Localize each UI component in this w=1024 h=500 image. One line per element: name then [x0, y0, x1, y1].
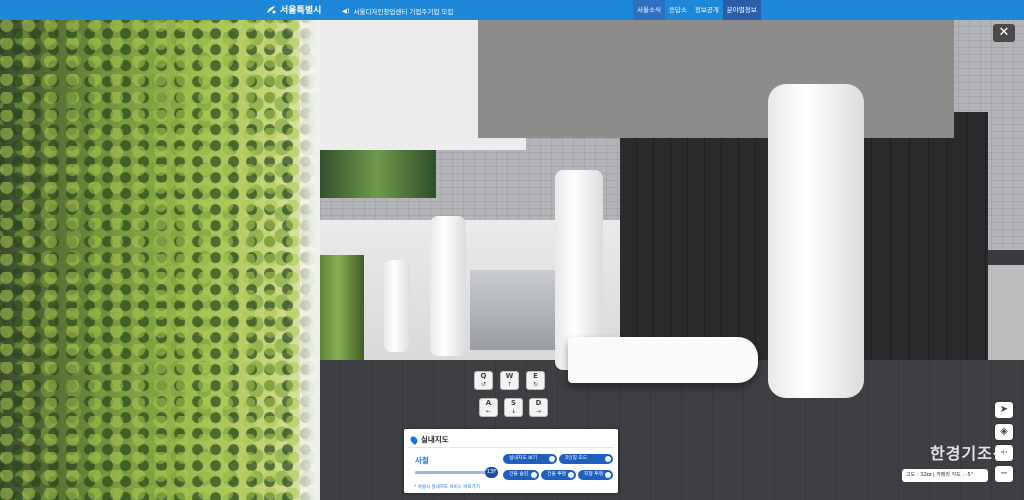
floor-slider-fill — [415, 471, 491, 474]
reception-desk — [568, 337, 758, 383]
indoor-3d-view[interactable] — [0, 20, 1024, 500]
arrow-up-icon: ↑ — [506, 381, 513, 388]
toggle-knob — [605, 472, 611, 478]
panel-divider — [408, 447, 614, 448]
rotate-right-icon: ↻ — [532, 381, 539, 388]
nav-item-seoul-news[interactable]: 서울소식 — [633, 0, 665, 20]
watermark: 한경기조선 — [930, 444, 1009, 463]
toggle-knob — [605, 456, 611, 462]
key-letter: S — [510, 399, 517, 407]
zoom-out-button[interactable]: − — [995, 466, 1013, 482]
toggle-indoor-map[interactable]: 실내지도 보기 — [503, 454, 557, 464]
logo-text: 서울특별시 — [280, 6, 322, 16]
nav-item-info-disclosure[interactable]: 정보공개 — [691, 0, 723, 20]
toggle-hide-building[interactable]: 건물 숨김 — [503, 470, 539, 480]
speaker-icon: ◀) — [342, 7, 350, 15]
key-q[interactable]: Q ↺ — [474, 371, 493, 390]
arrow-left-icon: ← — [485, 408, 492, 415]
arrow-right-icon: → — [535, 408, 542, 415]
toggle-knob — [568, 472, 574, 478]
green-plant-wall — [0, 20, 318, 500]
location-arrow-icon[interactable]: ➤ — [995, 402, 1013, 418]
map-pin-icon — [409, 434, 419, 445]
toggle-label: 지형 투명 — [584, 472, 604, 477]
toggle-third-person[interactable]: 3인칭 모드 — [559, 454, 613, 464]
toggle-label: 실내지도 보기 — [509, 456, 538, 461]
main-nav: 서울소식 응답소 정보공개 분야별정보 — [633, 0, 761, 20]
toggle-label: 건물 숨김 — [509, 472, 529, 477]
season-label: 사철 — [415, 456, 429, 465]
seoul-logo-icon — [267, 5, 276, 13]
floor-slider-handle[interactable]: 13F — [485, 467, 498, 478]
key-letter: W — [505, 372, 514, 380]
toggle-knob — [531, 472, 537, 478]
key-e[interactable]: E ↻ — [526, 371, 545, 390]
key-d[interactable]: D → — [529, 398, 548, 417]
panel-header: 실내지도 — [409, 434, 449, 445]
rotate-left-icon: ↺ — [480, 381, 487, 388]
toggle-transparent-building[interactable]: 건물 투명 — [541, 470, 576, 480]
ceiling-block — [478, 20, 954, 138]
key-s[interactable]: S ↓ — [504, 398, 523, 417]
toggle-label: 3인칭 모드 — [565, 456, 588, 461]
toggle-knob — [549, 456, 555, 462]
key-letter: E — [533, 372, 538, 380]
key-a[interactable]: A ← — [479, 398, 498, 417]
floor-slider[interactable] — [415, 471, 495, 474]
entry-gates — [470, 270, 560, 350]
camera-status: 고도 : 32㎞ | 카메라 각도 : -5° — [902, 469, 988, 482]
key-w[interactable]: W ↑ — [500, 371, 519, 390]
pillar — [768, 84, 864, 398]
close-button[interactable]: ✕ — [993, 24, 1015, 42]
top-navigation-bar: 서울특별시 ◀) 서울디자인창업센터 기업주기업 모집 서울소식 응답소 정보공… — [0, 0, 1024, 20]
indoor-map-panel: 실내지도 사철 13F * 서울시 실내지도 서비스 바로가기 실내지도 보기 … — [404, 429, 618, 493]
pillar — [384, 260, 410, 352]
toggle-label: 건물 투명 — [547, 472, 567, 477]
plant-wall-edge — [300, 20, 320, 500]
indoor-map-service-link[interactable]: * 서울시 실내지도 서비스 바로가기 — [414, 484, 480, 490]
seoul-logo[interactable]: 서울특별시 — [265, 3, 321, 16]
compass-icon[interactable]: ◈ — [995, 424, 1013, 440]
key-letter: Q — [480, 372, 487, 380]
key-letter: D — [535, 399, 542, 407]
notice-banner[interactable]: ◀) 서울디자인창업센터 기업주기업 모집 — [342, 6, 453, 16]
panel-title: 실내지도 — [421, 435, 449, 444]
nav-item-response[interactable]: 응답소 — [665, 0, 691, 20]
arrow-down-icon: ↓ — [510, 408, 517, 415]
toggle-transparent-terrain[interactable]: 지형 투명 — [578, 470, 613, 480]
nav-item-field-info[interactable]: 분야별정보 — [722, 0, 761, 20]
key-letter: A — [485, 399, 492, 407]
pillar — [430, 216, 466, 356]
notice-text: 서울디자인창업센터 기업주기업 모집 — [353, 8, 454, 16]
